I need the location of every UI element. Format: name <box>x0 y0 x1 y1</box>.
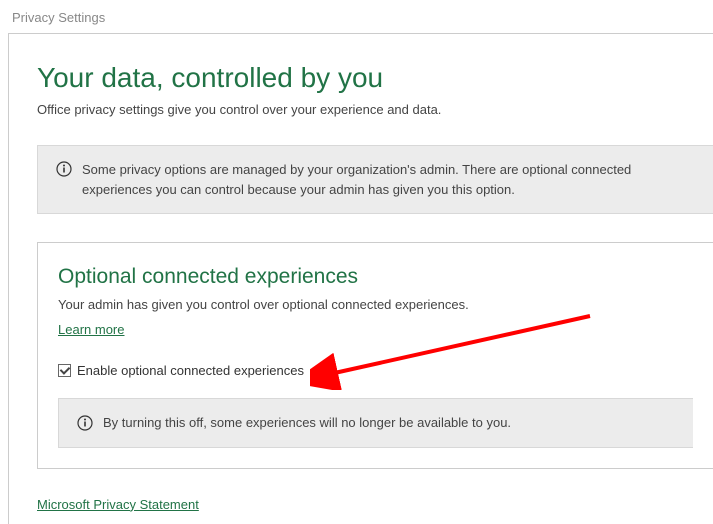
learn-more-link[interactable]: Learn more <box>58 322 124 337</box>
admin-notice-bar: Some privacy options are managed by your… <box>37 145 713 214</box>
content-panel: Your data, controlled by you Office priv… <box>8 33 713 524</box>
page-heading: Your data, controlled by you <box>37 62 713 94</box>
enable-optional-checkbox[interactable] <box>58 364 71 377</box>
admin-notice-text: Some privacy options are managed by your… <box>82 160 695 199</box>
page-subtitle: Office privacy settings give you control… <box>37 102 713 117</box>
off-notice-text: By turning this off, some experiences wi… <box>103 413 511 433</box>
window-title: Privacy Settings <box>0 0 713 33</box>
section-heading: Optional connected experiences <box>58 265 693 289</box>
optional-experiences-section: Optional connected experiences Your admi… <box>37 242 713 469</box>
enable-optional-checkbox-label[interactable]: Enable optional connected experiences <box>77 363 304 378</box>
enable-optional-checkbox-row[interactable]: Enable optional connected experiences <box>58 363 693 378</box>
section-description: Your admin has given you control over op… <box>58 297 693 312</box>
window-title-text: Privacy Settings <box>12 10 105 25</box>
privacy-statement-link[interactable]: Microsoft Privacy Statement <box>37 497 199 512</box>
info-icon <box>56 161 72 177</box>
off-notice-bar: By turning this off, some experiences wi… <box>58 398 693 448</box>
info-icon <box>77 415 93 431</box>
